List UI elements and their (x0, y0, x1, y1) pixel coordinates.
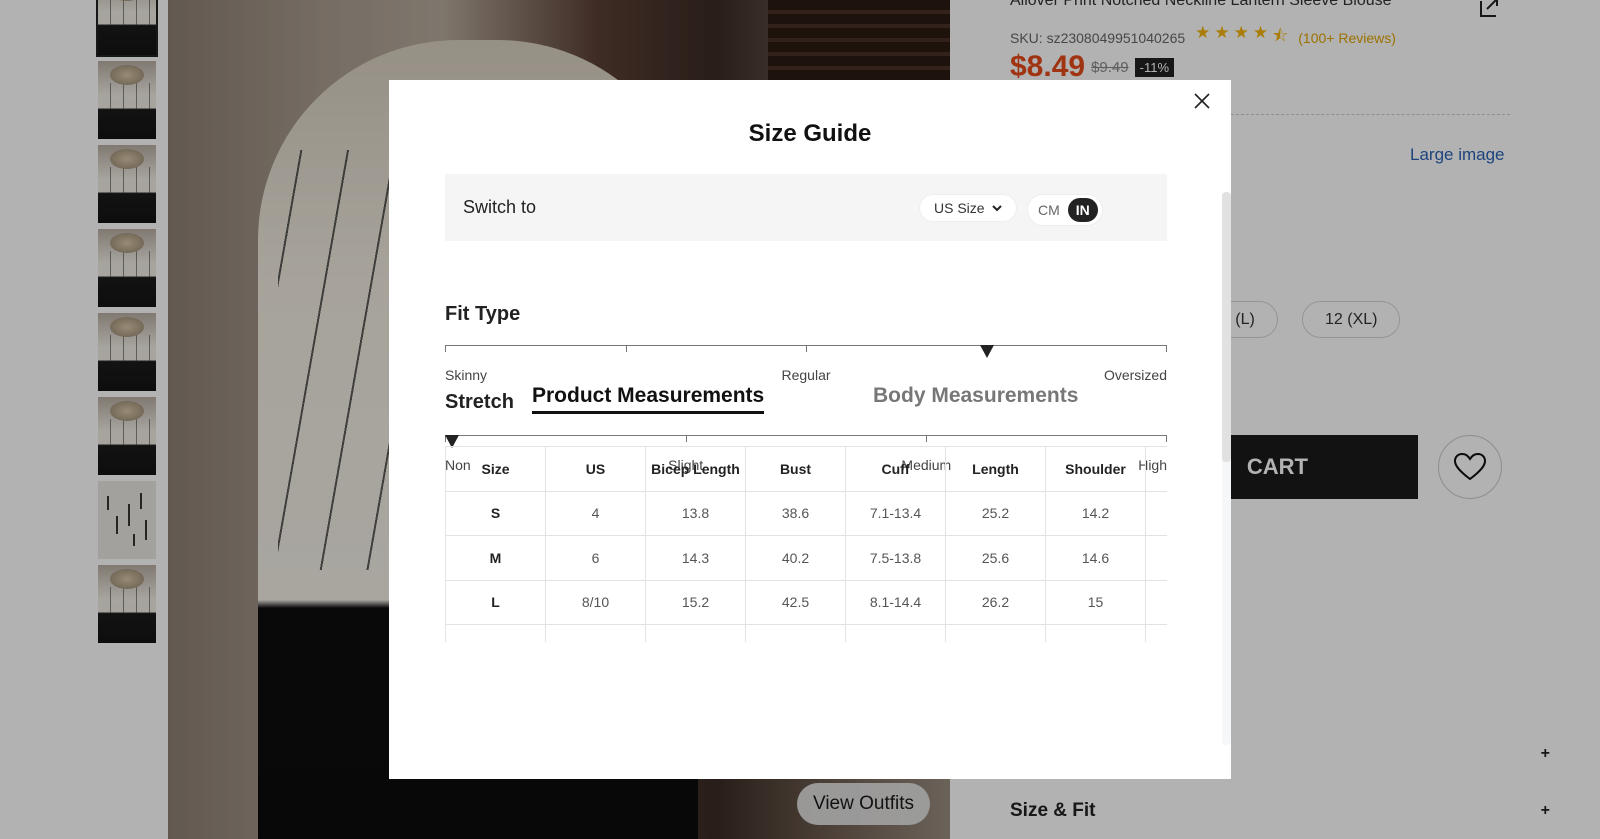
scrollbar-thumb[interactable] (1222, 192, 1231, 462)
scale-tick (1166, 435, 1167, 442)
table-cell: S (445, 490, 546, 536)
scale-line (445, 435, 1167, 436)
scale-label: Oversized (1103, 367, 1167, 383)
fit-type-title: Fit Type (445, 303, 521, 325)
table-cell: XL (445, 624, 546, 642)
scale-tick (926, 435, 928, 442)
scale-tick (445, 345, 446, 352)
measurement-tabs: Product Measurements Body Measurements (445, 384, 1167, 424)
unit-toggle[interactable]: CM IN (1027, 194, 1103, 226)
table-header-cell: Bust (745, 446, 846, 492)
scale-label: Skinny (445, 367, 488, 383)
scale-marker (979, 345, 994, 358)
scale-tick (806, 345, 807, 352)
unit-switch-bar: Switch to US Size CM IN (445, 174, 1167, 241)
table-cell: 14.3 (645, 535, 746, 581)
table-cell (1145, 624, 1167, 642)
tab-product-measurements[interactable]: Product Measurements (532, 384, 765, 414)
table-header-row: Size US Bicep Length Bust Cuff Length Shoulder… (445, 446, 1167, 492)
table-cell: 8.1-14.4 (845, 579, 946, 625)
modal-scrollbar[interactable] (1222, 192, 1231, 745)
table-cell: 40.2 (745, 535, 846, 581)
size-guide-modal: Size Guide Switch to US Size CM IN Fit T… (389, 80, 1231, 779)
scale-tick (685, 435, 687, 442)
table-cell: 7.1-13.4 (845, 490, 946, 536)
table-cell: 25.6 (945, 535, 1046, 581)
table-cell: 14.6 (1045, 535, 1146, 581)
table-cell: M (445, 535, 546, 581)
unit-in-button[interactable]: IN (1067, 198, 1098, 222)
table-cell (1145, 490, 1167, 536)
table-cell: 25.2 (945, 490, 1046, 536)
table-header-cell: Bicep Length (645, 446, 746, 492)
measurement-table: Size US Bicep Length Bust Cuff Length Shoulder… (445, 446, 1167, 642)
table-row: S 4 13.8 38.6 7.1-13.4 25.2 14.2 (445, 490, 1167, 536)
table-row: XL1216.144.68.7-1526.815.4 (445, 624, 1167, 642)
fit-type-scale: Skinny Regular Oversized (445, 345, 1167, 383)
table-cell (1145, 579, 1167, 625)
table-cell: 26.8 (945, 624, 1046, 642)
table-cell: 38.6 (745, 490, 846, 536)
table-cell: 14.2 (1045, 490, 1146, 536)
close-icon (1194, 93, 1210, 109)
table-header-cell: Cuff (845, 446, 946, 492)
table-cell: 12 (545, 624, 646, 642)
scale-label: Regular (781, 367, 831, 383)
table-cell: L (445, 579, 546, 625)
table-row: M 6 14.3 40.2 7.5-13.8 25.6 14.6 (445, 535, 1167, 581)
table-cell: 15 (1045, 579, 1146, 625)
switch-to-label: Switch to (463, 197, 537, 217)
table-cell: 4 (545, 490, 646, 536)
table-cell: 44.6 (745, 624, 846, 642)
table-cell: 15.2 (645, 579, 746, 625)
table-header-cell: Sleeve (1145, 446, 1167, 492)
size-system-value: US Size (934, 200, 985, 216)
table-cell: 8.7-15 (845, 624, 946, 642)
table-row: L 8/10 15.2 42.5 8.1-14.4 26.2 15 (445, 579, 1167, 625)
table-cell: 8/10 (545, 579, 646, 625)
tab-body-measurements[interactable]: Body Measurements (873, 384, 1078, 411)
table-cell (1145, 535, 1167, 581)
table-header-cell: US (545, 446, 646, 492)
unit-cm-button[interactable]: CM (1038, 202, 1060, 218)
table-cell: 16.1 (645, 624, 746, 642)
scale-tick (625, 345, 627, 352)
table-cell: 6 (545, 535, 646, 581)
scale-tick (1166, 345, 1167, 352)
chevron-down-icon (991, 204, 1002, 211)
table-header-cell: Size (445, 446, 546, 492)
modal-title: Size Guide (748, 120, 872, 147)
table-cell: 7.5-13.8 (845, 535, 946, 581)
measurement-table-container[interactable]: Size US Bicep Length Bust Cuff Length Shoulder… (445, 446, 1167, 642)
close-button[interactable] (1191, 90, 1213, 112)
table-cell: 15.4 (1045, 624, 1146, 642)
table-cell: 42.5 (745, 579, 846, 625)
table-cell: 26.2 (945, 579, 1046, 625)
size-system-dropdown[interactable]: US Size (919, 194, 1017, 222)
table-cell: 13.8 (645, 490, 746, 536)
table-header-cell: Shoulder (1045, 446, 1146, 492)
table-header-cell: Length (945, 446, 1046, 492)
